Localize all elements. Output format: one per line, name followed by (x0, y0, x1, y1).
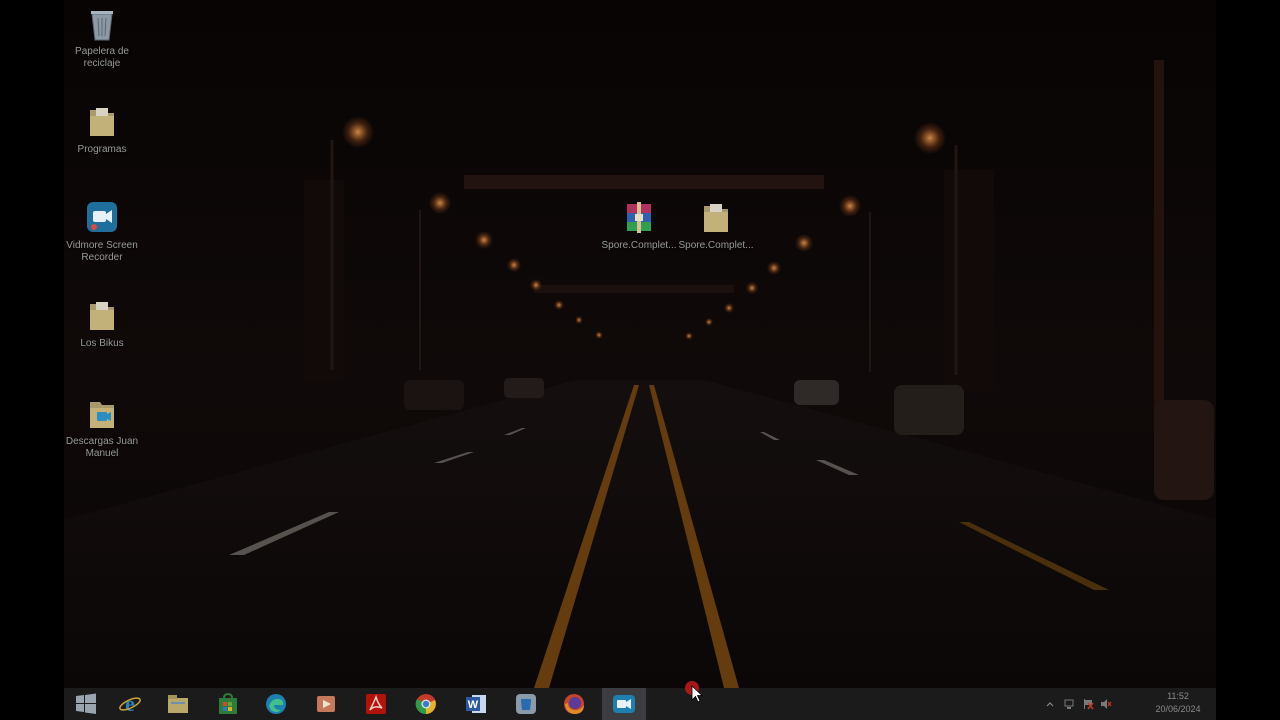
svg-text:W: W (468, 699, 479, 711)
folder-icon (90, 108, 114, 136)
vidmore-recorder-icon (613, 695, 635, 713)
taskbar-chrome[interactable] (404, 688, 448, 720)
desktop-icon-label: Vidmore Screen Recorder (66, 240, 138, 263)
taskbar-media-player[interactable] (304, 688, 348, 720)
acrobat-icon (366, 694, 386, 714)
vidmore-recorder-icon (87, 202, 117, 232)
system-tray: 11:52 20/06/2024 (1036, 688, 1216, 720)
folder-icon (90, 302, 114, 330)
taskbar-file-explorer[interactable] (156, 688, 200, 720)
taskbar-app[interactable] (504, 688, 548, 720)
clock-time: 11:52 (1167, 691, 1189, 701)
desktop-icon-recycle-bin[interactable]: Papelera de reciclaje (64, 6, 142, 70)
desktop-icon-vidmore[interactable]: Vidmore Screen Recorder (64, 200, 142, 264)
taskbar-word[interactable]: W (454, 688, 498, 720)
taskbar-internet-explorer[interactable]: e (108, 688, 152, 720)
svg-text:e: e (125, 692, 135, 716)
clock[interactable]: 11:52 20/06/2024 (1148, 690, 1208, 716)
edge-icon (266, 694, 286, 714)
desktop-icon-label: Los Bikus (80, 338, 124, 349)
volume-icon[interactable] (1100, 698, 1112, 710)
taskbar-store[interactable] (206, 688, 250, 720)
folder-icon (704, 204, 728, 232)
desktop-icon-label: Descargas Juan Manuel (65, 436, 139, 459)
file-explorer-icon (168, 695, 188, 713)
desktop-icon-descargas[interactable]: Descargas Juan Manuel (64, 396, 142, 460)
desktop-icon-label: Papelera de reciclaje (75, 46, 129, 69)
start-button[interactable] (64, 688, 108, 720)
taskbar-acrobat[interactable] (354, 688, 398, 720)
desktop-icon-label: Spore.Complet... (678, 240, 754, 251)
taskbar-edge[interactable] (254, 688, 298, 720)
windows-start-icon (76, 693, 96, 714)
winrar-archive-icon (627, 202, 651, 233)
clock-date: 20/06/2024 (1155, 704, 1201, 714)
taskbar: e W 11:52 20/06/2024 (64, 688, 1216, 720)
folder-video-icon (90, 402, 114, 428)
desktop-icon-los-bikus[interactable]: Los Bikus (64, 298, 142, 350)
internet-explorer-icon: e (119, 692, 141, 716)
word-icon: W (466, 695, 486, 713)
firefox-icon (564, 694, 584, 714)
desktop-dim-overlay (64, 0, 1216, 688)
flag-icon[interactable] (1082, 698, 1094, 710)
media-player-icon (317, 696, 335, 712)
chrome-icon (415, 694, 436, 715)
desktop-icon-label: Spore.Complet... (601, 240, 677, 251)
chevron-up-icon[interactable] (1044, 698, 1056, 710)
desktop-icon-programas[interactable]: Programas (64, 104, 142, 156)
desktop-icon-spore-folder[interactable]: Spore.Complet... (676, 200, 756, 252)
recycle-bin-icon (91, 11, 113, 41)
taskbar-firefox[interactable] (552, 688, 596, 720)
desktop-icon-spore-archive[interactable]: Spore.Complet... (599, 200, 679, 252)
desktop-screen: Papelera de reciclaje Programas Vidmore … (64, 0, 1216, 720)
mouse-cursor-icon (685, 681, 704, 703)
desktop-icon-label: Programas (77, 144, 127, 155)
taskbar-vidmore-active[interactable] (602, 688, 646, 720)
app-icon (516, 694, 536, 714)
store-icon (219, 692, 237, 714)
network-icon[interactable] (1064, 698, 1076, 710)
